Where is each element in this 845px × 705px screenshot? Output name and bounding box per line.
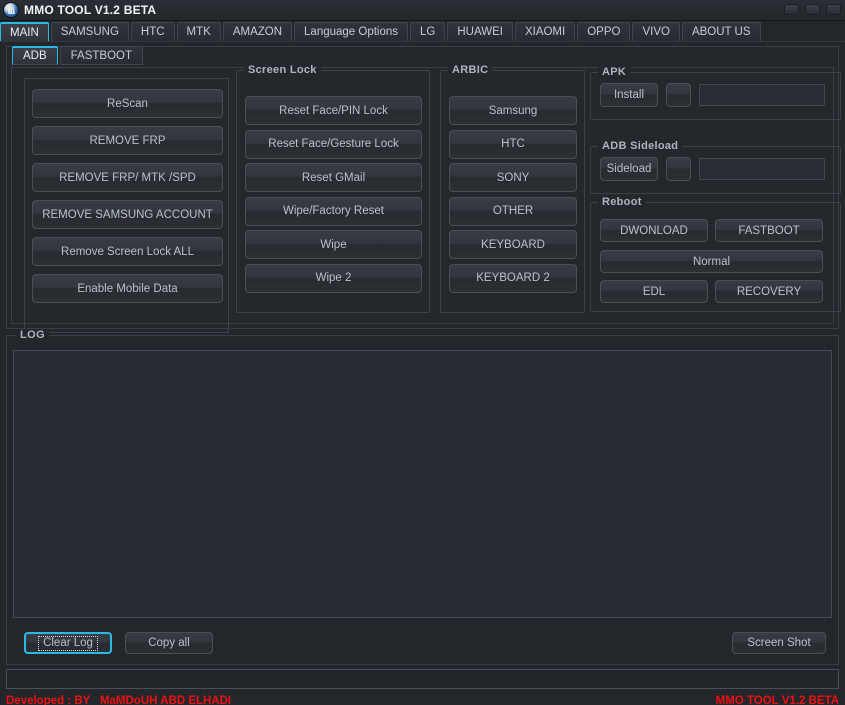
tab-oppo[interactable]: OPPO (577, 22, 631, 41)
tab-huawei[interactable]: HUAWEI (447, 22, 513, 41)
arbic-legend: ARBIC (448, 64, 493, 76)
arbic-button-0[interactable]: Samsung (449, 96, 577, 125)
action-button-4[interactable]: Remove Screen Lock ALL (32, 237, 223, 266)
window-title: MMO TOOL V1.2 BETA (24, 3, 157, 17)
reboot-button-dwonload[interactable]: DWONLOAD (600, 219, 708, 242)
adb-sideload-legend: ADB Sideload (598, 140, 683, 152)
close-icon[interactable] (826, 4, 841, 15)
maximize-icon[interactable] (805, 4, 820, 15)
action-button-0[interactable]: ReScan (32, 89, 223, 118)
screen-lock-button-3[interactable]: Wipe/Factory Reset (245, 196, 422, 226)
log-group: LOG Clear Log Copy all Screen Shot (6, 329, 839, 665)
footer: Developed : BY_ MaMDoUH ABD ELHADI MMO T… (0, 691, 845, 705)
apk-browse-button[interactable] (666, 83, 691, 107)
tab-lg[interactable]: LG (410, 22, 446, 41)
adb-panel-content: ReScan REMOVE FRP REMOVE FRP/ MTK /SPD REMO… (11, 64, 841, 333)
apk-group: APK Install (590, 66, 841, 120)
reboot-button-fastboot[interactable]: FASTBOOT (715, 219, 823, 242)
screen-lock-button-4[interactable]: Wipe (245, 230, 422, 259)
arbic-button-2[interactable]: SONY (449, 163, 577, 192)
tab-xiaomi[interactable]: XIAOMI (514, 22, 576, 41)
arbic-group: ARBIC Samsung HTC SONY OTHER KEYBOARD KEYBOAR… (440, 64, 585, 313)
reboot-legend: Reboot (598, 196, 646, 208)
subtab-adb[interactable]: ADB (12, 46, 58, 65)
tab-language-options[interactable]: Language Options (294, 22, 409, 41)
arbic-button-5[interactable]: KEYBOARD 2 (449, 263, 577, 293)
screen-lock-button-2[interactable]: Reset GMail (245, 163, 422, 192)
apk-row: Install (600, 83, 825, 107)
main-panel: ADB FASTBOOT ReScan REMOVE FRP REMOVE FRP/ … (6, 46, 841, 333)
log-output[interactable] (13, 350, 832, 618)
adb-sideload-group: ADB Sideload Sideload (590, 140, 841, 194)
apk-install-button[interactable]: Install (600, 83, 658, 107)
minimize-icon[interactable] (784, 4, 799, 15)
main-tab-strip: MAIN SAMSUNG HTC MTK AMAZON Language Options L… (0, 21, 845, 42)
reboot-button-normal[interactable]: Normal (600, 250, 823, 273)
action-button-1[interactable]: REMOVE FRP (32, 126, 223, 155)
sub-tab-strip: ADB FASTBOOT (12, 46, 145, 65)
reboot-button-recovery[interactable]: RECOVERY (715, 280, 823, 303)
screen-lock-button-1[interactable]: Reset Face/Gesture Lock (245, 129, 422, 159)
arbic-button-1[interactable]: HTC (449, 129, 577, 159)
tab-vivo[interactable]: VIVO (632, 22, 680, 41)
arbic-button-3[interactable]: OTHER (449, 196, 577, 226)
developer-credit: Developed : BY_ MaMDoUH ABD ELHADI (6, 695, 232, 705)
screen-lock-button-5[interactable]: Wipe 2 (245, 263, 422, 293)
tab-htc[interactable]: HTC (130, 22, 175, 41)
app-logo-icon (3, 2, 19, 18)
copy-all-button[interactable]: Copy all (125, 632, 213, 654)
log-actions: Clear Log Copy all Screen Shot (13, 632, 832, 656)
arbic-button-4[interactable]: KEYBOARD (449, 230, 577, 259)
window-controls (784, 4, 841, 15)
tab-mtk[interactable]: MTK (176, 22, 221, 41)
clear-log-label: Clear Log (38, 635, 98, 651)
log-legend: LOG (16, 329, 50, 341)
screen-shot-button[interactable]: Screen Shot (732, 632, 826, 654)
apk-path-input[interactable] (699, 84, 825, 106)
clear-log-button[interactable]: Clear Log (24, 632, 112, 654)
screen-lock-legend: Screen Lock (244, 64, 321, 76)
screen-lock-button-0[interactable]: Reset Face/PIN Lock (245, 96, 422, 125)
apk-legend: APK (598, 66, 631, 78)
tab-amazon[interactable]: AMAZON (222, 22, 293, 41)
action-button-2[interactable]: REMOVE FRP/ MTK /SPD (32, 163, 223, 192)
subtab-fastboot[interactable]: FASTBOOT (59, 46, 143, 65)
primary-actions-group: ReScan REMOVE FRP REMOVE FRP/ MTK /SPD REMO… (24, 78, 229, 333)
tab-main[interactable]: MAIN (0, 22, 49, 41)
action-button-3[interactable]: REMOVE SAMSUNG ACCOUNT (32, 200, 223, 229)
title-bar: MMO TOOL V1.2 BETA (0, 0, 845, 21)
sideload-path-input[interactable] (699, 158, 825, 180)
reboot-button-edl[interactable]: EDL (600, 280, 708, 303)
reboot-group: Reboot DWONLOAD FASTBOOT Normal EDL RECOVERY (590, 196, 841, 312)
tab-samsung[interactable]: SAMSUNG (50, 22, 129, 41)
application-window: MMO TOOL V1.2 BETA MAIN SAMSUNG HTC MTK AMAZ… (0, 0, 845, 705)
sideload-row: Sideload (600, 157, 825, 181)
sideload-button[interactable]: Sideload (600, 157, 658, 181)
sideload-browse-button[interactable] (666, 157, 691, 181)
action-button-5[interactable]: Enable Mobile Data (32, 274, 223, 303)
screen-lock-group: Screen Lock Reset Face/PIN Lock Reset Fac… (236, 64, 430, 313)
tab-about-us[interactable]: ABOUT US (681, 22, 761, 41)
status-bar (6, 669, 839, 689)
footer-version: MMO TOOL V1.2 BETA (715, 695, 839, 705)
